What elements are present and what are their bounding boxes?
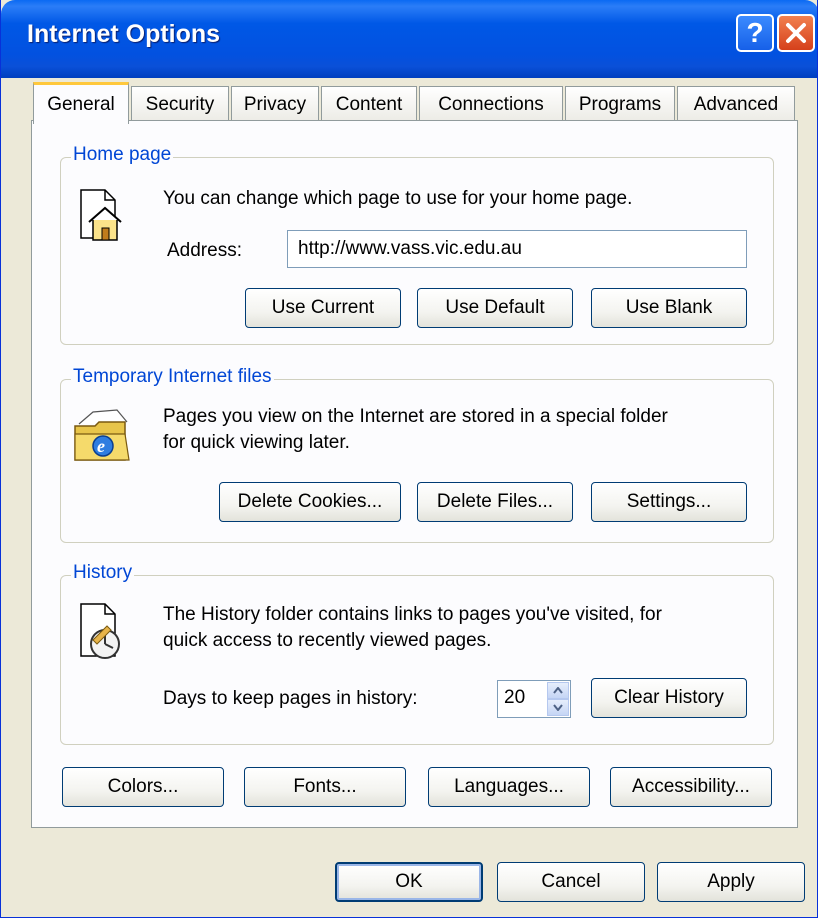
history-description-line-1: The History folder contains links to pag… [163,604,662,625]
chevron-up-icon [553,687,563,694]
history-icon [80,603,120,659]
ok-button[interactable]: OK [335,862,483,902]
delete-files-button[interactable]: Delete Files... [417,482,573,522]
help-button[interactable]: ? [736,14,774,52]
tab-label: Security [145,93,215,115]
use-default-button[interactable]: Use Default [417,288,573,328]
spinner-up-button[interactable] [547,682,569,699]
help-icon: ? [746,17,764,48]
temp-files-description-line-2: for quick viewing later. [163,432,350,453]
clear-history-button[interactable]: Clear History [591,678,747,718]
cancel-button[interactable]: Cancel [497,862,645,902]
tab-label: Privacy [243,93,307,115]
group-label: Temporary Internet files [71,366,274,388]
apply-button[interactable]: Apply [657,862,805,902]
languages-button[interactable]: Languages... [428,767,590,807]
tab-label: Programs [578,93,662,115]
general-tab-panel: Home page You can change which page to u… [31,120,798,828]
tab-advanced[interactable]: Advanced [677,86,795,122]
days-to-keep-label: Days to keep pages in history: [163,688,418,709]
group-label: History [71,562,135,584]
home-page-description: You can change which page to use for you… [163,188,633,209]
history-group: History The History folder contains link… [60,562,774,745]
spinner-buttons [547,682,569,716]
svg-text:e: e [97,436,105,456]
address-label: Address: [167,240,242,261]
accessibility-button[interactable]: Accessibility... [610,767,772,807]
use-blank-button[interactable]: Use Blank [591,288,747,328]
days-to-keep-spinner[interactable]: 20 [497,680,571,718]
window-title: Internet Options [27,20,221,48]
tab-content[interactable]: Content [321,86,417,122]
group-label: Home page [71,144,174,166]
days-to-keep-value: 20 [504,687,526,708]
home-page-group: Home page You can change which page to u… [60,144,774,345]
settings-button[interactable]: Settings... [591,482,747,522]
spinner-down-button[interactable] [547,699,569,716]
close-button[interactable] [777,14,815,52]
address-input[interactable] [287,230,747,268]
close-icon [786,23,806,43]
tab-programs[interactable]: Programs [565,86,675,122]
title-bar[interactable]: Internet Options ? [1,0,817,78]
tab-label: Advanced [693,93,779,115]
ie-folder-icon: e [74,409,130,461]
tab-security[interactable]: Security [131,86,229,122]
tab-connections[interactable]: Connections [419,86,563,122]
tab-label: General [47,93,115,115]
temp-files-description-line-1: Pages you view on the Internet are store… [163,406,668,427]
delete-cookies-button[interactable]: Delete Cookies... [219,482,401,522]
tab-privacy[interactable]: Privacy [231,86,319,122]
internet-options-dialog: Internet Options ? General Security Priv… [0,0,818,918]
tab-general[interactable]: General [33,82,129,124]
fonts-button[interactable]: Fonts... [244,767,406,807]
tab-label: Content [335,93,403,115]
tab-strip: General Security Privacy Content Connect… [31,82,801,124]
temporary-internet-files-group: Temporary Internet files e Pages you vie… [60,366,774,543]
tab-label: Connections [438,93,544,115]
use-current-button[interactable]: Use Current [245,288,401,328]
history-description-line-2: quick access to recently viewed pages. [163,630,492,651]
chevron-down-icon [553,704,563,711]
home-page-icon [80,189,122,241]
colors-button[interactable]: Colors... [62,767,224,807]
